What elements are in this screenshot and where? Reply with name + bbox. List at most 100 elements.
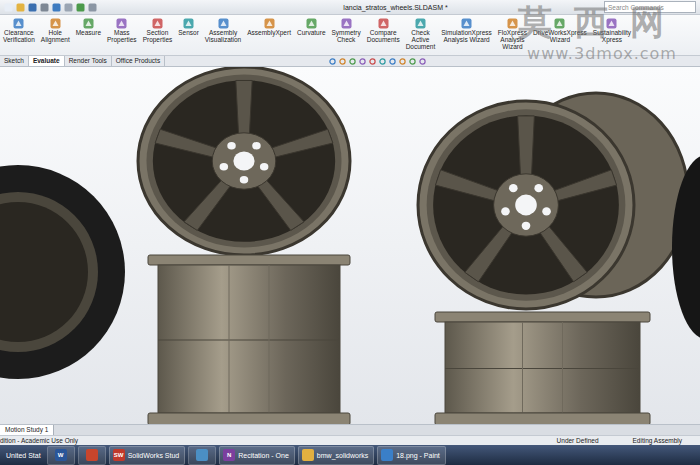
ribbon-label: Check (411, 30, 429, 37)
ribbon-button[interactable]: Curvature (294, 17, 329, 37)
open-icon[interactable] (16, 3, 25, 12)
tool-icon (263, 17, 276, 30)
taskbar-icon[interactable]: W (47, 446, 75, 465)
tool-icon (460, 17, 473, 30)
wheels-render (0, 67, 700, 424)
new-icon[interactable] (4, 3, 13, 12)
taskbar-app[interactable]: 18.png - Paint (377, 446, 446, 465)
taskbar-app[interactable]: SWSolidWorks Stud (109, 446, 186, 465)
ribbon-label: Clearance (4, 30, 34, 37)
wheel-barrel (148, 255, 350, 424)
previous-view-icon[interactable] (349, 58, 356, 65)
section-icon[interactable] (359, 58, 366, 65)
tool-icon (12, 17, 25, 30)
ribbon-label: Properties (107, 37, 137, 44)
ribbon-button[interactable]: FloXpressAnalysisWizard (495, 17, 530, 50)
ribbon-button[interactable]: SectionProperties (140, 17, 176, 44)
tab[interactable]: Render Tools (65, 56, 112, 66)
command-manager: ClearanceVerificationHoleAlignmentMeasur… (0, 15, 700, 56)
ribbon-button[interactable]: Measure (73, 17, 104, 37)
ribbon-button[interactable]: ClearanceVerification (0, 17, 38, 44)
appearance-icon[interactable] (399, 58, 406, 65)
ribbon-button[interactable]: Sensor (175, 17, 202, 37)
ribbon-button[interactable]: CompareDocuments (364, 17, 403, 44)
solidworks-window: lancia_stratos_wheels.SLDASM *Search Com… (0, 0, 700, 465)
taskbar: United StatW SWSolidWorks Stud NRecitation… (0, 445, 700, 465)
tire (672, 155, 700, 339)
title-bar: lancia_stratos_wheels.SLDASM *Search Com… (0, 0, 700, 15)
tool-icon (377, 17, 390, 30)
ribbon-label: Analysis Wizard (443, 37, 489, 44)
ribbon-button[interactable]: SimulationXpressAnalysis Wizard (438, 17, 495, 44)
ribbon-label: Curvature (297, 30, 326, 37)
scene-icon[interactable] (409, 58, 416, 65)
tool-icon (82, 17, 95, 30)
watermark-url: www.3dmox.com (527, 44, 677, 64)
ribbon-button[interactable]: AssemblyVisualization (202, 17, 244, 44)
status-text: Under Defined (557, 437, 599, 444)
app-icon (196, 449, 208, 461)
ribbon-label: FloXpress (498, 30, 527, 37)
taskbar-label: Recitation - One (238, 452, 289, 459)
view-settings-icon[interactable] (419, 58, 426, 65)
tool-icon (414, 17, 427, 30)
graphics-area[interactable] (0, 67, 700, 424)
taskbar-app[interactable]: bmw_solidworks (298, 446, 374, 465)
display-style-icon[interactable] (379, 58, 386, 65)
ribbon-label: Wizard (550, 37, 570, 44)
save-icon[interactable] (28, 3, 37, 12)
zoom-icon[interactable] (329, 58, 336, 65)
tab[interactable]: Evaluate (29, 56, 65, 66)
ribbon-label: Compare (370, 30, 397, 37)
app-icon: N (223, 449, 235, 461)
zoom-area-icon[interactable] (339, 58, 346, 65)
app-icon (86, 449, 98, 461)
motion-study-bar: Motion Study 1 (0, 424, 700, 435)
ribbon-label: Active (412, 37, 430, 44)
ribbon-button[interactable]: DriveWorksXpressWizard (530, 17, 590, 44)
ribbon-button[interactable]: CheckActiveDocument (403, 17, 439, 50)
ribbon-label: Sensor (178, 30, 199, 37)
ribbon-label: Symmetry (332, 30, 361, 37)
taskbar-label: bmw_solidworks (317, 452, 368, 459)
tool-icon (49, 17, 62, 30)
ribbon-button[interactable]: AssemblyXpert (244, 17, 294, 37)
status-text: Editing Assembly (633, 437, 683, 444)
tool-icon (553, 17, 566, 30)
taskbar-label: 18.png - Paint (396, 452, 440, 459)
tool-icon (506, 17, 519, 30)
tab[interactable]: Office Products (112, 56, 165, 66)
rebuild-icon[interactable] (76, 3, 85, 12)
ribbon-label: DriveWorksXpress (533, 30, 587, 37)
ribbon-label: Alignment (41, 37, 70, 44)
ribbon-label: SimulationXpress (441, 30, 492, 37)
ribbon-button[interactable]: MassProperties (104, 17, 140, 44)
select-icon[interactable] (64, 3, 73, 12)
options-icon[interactable] (88, 3, 97, 12)
taskbar-icon[interactable] (78, 446, 106, 465)
ribbon-button[interactable]: HoleAlignment (38, 17, 73, 44)
print-icon[interactable] (40, 3, 49, 12)
wheel-face (138, 67, 350, 255)
taskbar-icon[interactable] (188, 446, 216, 465)
language-bar[interactable]: United Stat (3, 452, 44, 459)
taskbar-app[interactable]: NRecitation - One (219, 446, 295, 465)
ribbon-label: Properties (143, 37, 173, 44)
tool-icon (340, 17, 353, 30)
tool-icon (115, 17, 128, 30)
app-icon: SW (113, 449, 125, 461)
hide-show-icon[interactable] (389, 58, 396, 65)
tool-icon (217, 17, 230, 30)
ribbon-button[interactable]: SymmetryCheck (329, 17, 364, 44)
motion-tab[interactable]: Motion Study 1 (0, 425, 54, 435)
tool-icon (605, 17, 618, 30)
ribbon-label: Document (406, 44, 436, 51)
ribbon-label: Documents (367, 37, 400, 44)
ribbon-label: Section (147, 30, 169, 37)
view-orientation-icon[interactable] (369, 58, 376, 65)
tab[interactable]: Sketch (0, 56, 29, 66)
search-field[interactable]: Search Commands (604, 1, 696, 13)
quick-access-toolbar (4, 3, 97, 12)
undo-icon[interactable] (52, 3, 61, 12)
ribbon-button[interactable]: SustainabilityXpress (590, 17, 634, 44)
